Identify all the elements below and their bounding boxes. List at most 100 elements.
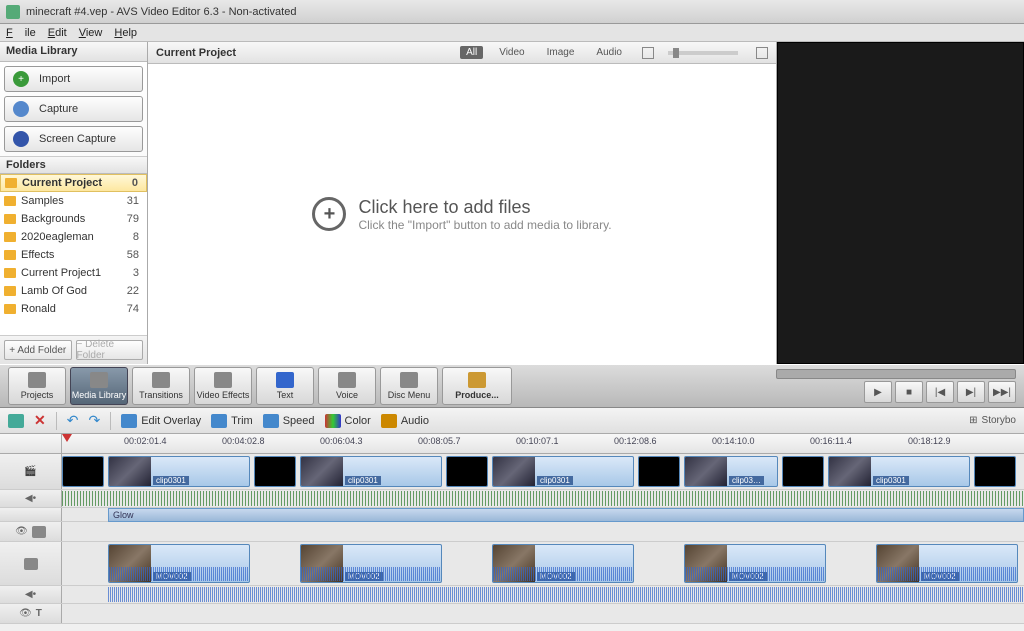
speed-button[interactable]: Speed [263,414,315,428]
prev-frame-button[interactable]: |◀ [926,381,954,403]
next-frame-button[interactable]: ▶| [957,381,985,403]
stop-button[interactable]: ■ [895,381,923,403]
produce-button[interactable]: Produce... [442,367,512,405]
playback-track[interactable] [776,369,1016,379]
title-bar: minecraft #4.vep - AVS Video Editor 6.3 … [0,0,1024,24]
filter-video[interactable]: Video [493,46,530,59]
menu-help[interactable]: Help [114,27,137,39]
projects-icon [28,372,46,388]
edit-toolbar: ✕ ↶ ↷ Edit Overlay Trim Speed Color Audi… [0,408,1024,434]
folder-row[interactable]: Effects58 [0,246,147,264]
color-button[interactable]: Color [325,414,371,428]
folders-header: Folders [0,156,147,174]
speaker-icon: ◀• [25,493,36,504]
import-button[interactable]: + Import [4,66,143,92]
edit-overlay-button[interactable]: Edit Overlay [121,414,201,428]
disc-menu-button[interactable]: Disc Menu [380,367,438,405]
waveform[interactable] [62,491,1024,506]
speaker-icon: ◀• [25,589,36,600]
video-clip[interactable] [638,456,680,487]
clip-thumbnail [63,457,104,486]
folder-row[interactable]: Backgrounds79 [0,210,147,228]
zoom-large-icon[interactable] [756,47,768,59]
time-tick: 00:04:02.8 [222,436,265,446]
delete-folder-button[interactable]: − Delete Folder [76,340,144,360]
folder-icon [4,286,16,296]
effect-clip[interactable]: Glow [108,508,1024,522]
folder-row[interactable]: Current Project0 [0,174,147,192]
eye-icon[interactable]: 👁 [15,526,28,537]
menu-edit[interactable]: Edit [48,27,67,39]
overlay-clip[interactable]: MOV002 [108,544,250,583]
menu-view[interactable]: View [79,27,103,39]
audio-button[interactable]: Audio [381,414,429,428]
video-clip[interactable] [446,456,488,487]
storyboard-toggle[interactable]: ⊞Storybo [969,415,1016,426]
app-icon [6,5,20,19]
screen-capture-button[interactable]: Screen Capture [4,126,143,152]
media-library-header: Media Library [0,42,147,62]
video-clip[interactable] [974,456,1016,487]
text-button[interactable]: Text [256,367,314,405]
video-clip[interactable]: clip0301 [108,456,250,487]
overlay-clip[interactable]: MOV002 [684,544,826,583]
overlay-clip[interactable]: MOV002 [492,544,634,583]
projects-button[interactable]: Projects [8,367,66,405]
folder-icon [4,268,16,278]
timeline-ruler[interactable]: 00:02:01.400:04:02.800:06:04.300:08:05.7… [0,434,1024,454]
undo-button[interactable]: ↶ [67,412,79,429]
filter-all[interactable]: All [460,46,483,59]
effect-track: Glow [0,508,1024,522]
time-tick: 00:10:07.1 [516,436,559,446]
video-clip[interactable]: clip0301 [492,456,634,487]
clip-thumbnail [783,457,824,486]
add-folder-button[interactable]: + Add Folder [4,340,72,360]
voice-button[interactable]: Voice [318,367,376,405]
redo-button[interactable]: ↷ [88,412,100,429]
time-tick: 00:02:01.4 [124,436,167,446]
clip-thumbnail [255,457,296,486]
video-clip[interactable] [782,456,824,487]
video-clip[interactable] [254,456,296,487]
filter-audio[interactable]: Audio [590,46,628,59]
waveform[interactable] [108,587,1024,602]
folder-row[interactable]: Samples31 [0,192,147,210]
video-track: 🎬 clip0301clip0301clip0301clip03…clip030… [0,454,1024,490]
clip-thumbnail [639,457,680,486]
menu-file[interactable]: File [6,27,36,39]
effects-icon [214,372,232,388]
folder-icon [5,178,17,188]
capture-button[interactable]: Capture [4,96,143,122]
play-button[interactable]: ▶ [864,381,892,403]
folder-row[interactable]: 2020eagleman8 [0,228,147,246]
folder-row[interactable]: Lamb Of God22 [0,282,147,300]
time-tick: 00:14:10.0 [712,436,755,446]
delete-button[interactable]: ✕ [34,412,46,429]
eye-icon[interactable]: 👁 [19,608,32,619]
video-effects-button[interactable]: Video Effects [194,367,252,405]
plus-icon: + [13,71,29,87]
zoom-slider[interactable] [668,51,738,55]
video-clip[interactable] [62,456,104,487]
folder-row[interactable]: Ronald74 [0,300,147,318]
transitions-button[interactable]: Transitions [132,367,190,405]
filter-image[interactable]: Image [541,46,581,59]
zoom-small-icon[interactable] [642,47,654,59]
folder-row[interactable]: Current Project13 [0,264,147,282]
split-button[interactable] [8,414,24,428]
trim-button[interactable]: Trim [211,414,253,428]
sidebar: Media Library + Import Capture Screen Ca… [0,42,148,364]
end-button[interactable]: ▶▶| [988,381,1016,403]
overlay-clip[interactable]: MOV002 [300,544,442,583]
video-clip[interactable]: clip03… [684,456,778,487]
disc-icon [400,372,418,388]
add-files-area[interactable]: + Click here to add files Click the "Imp… [148,64,776,364]
overlay-clip[interactable]: MOV002 [876,544,1018,583]
add-files-sub: Click the "Import" button to add media t… [358,218,611,232]
video-clip[interactable]: clip0301 [828,456,970,487]
media-library-button[interactable]: Media Library [70,367,128,405]
video-clip[interactable]: clip0301 [300,456,442,487]
mic-icon [338,372,356,388]
playhead-icon[interactable] [62,434,72,442]
library-title: Current Project [156,47,460,59]
